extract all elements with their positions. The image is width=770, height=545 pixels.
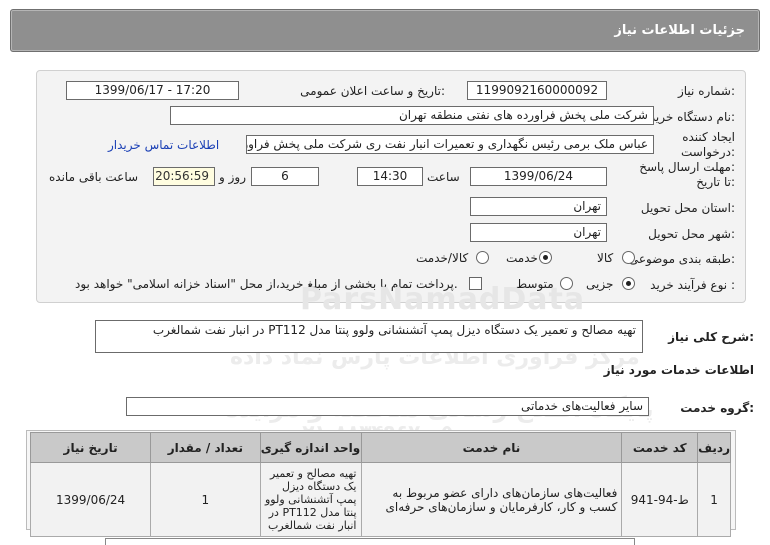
creator-label-2: درخواست: — [681, 145, 735, 159]
category-service-label: خدمت — [506, 251, 538, 265]
cell-name: فعالیت‌های سازمان‌های دارای عضو مربوط به… — [360, 462, 623, 537]
days-label: روز و — [219, 170, 246, 184]
process-minor-label: جزیی — [586, 277, 614, 291]
table-row: 1 ط-94-941 فعالیت‌های سازمان‌های دارای ع… — [29, 462, 731, 537]
city-label: شهر محل تحویل: — [648, 227, 735, 241]
process-radio-minor[interactable] — [622, 277, 635, 290]
city-field: تهران — [470, 223, 607, 242]
service-group-field: سایر فعالیت‌های خدماتی — [126, 397, 649, 416]
col-unit: واحد اندازه گیری — [259, 432, 362, 463]
services-table: ردیف کد خدمت نام خدمت واحد اندازه گیری ت… — [29, 432, 731, 537]
category-goods-label: کالا — [597, 251, 614, 265]
contact-buyer-link[interactable]: اطلاعات تماس خریدار — [108, 138, 219, 152]
creator-label-1: ایجاد کننده — [682, 130, 735, 144]
deadline-label-1: مهلت ارسال پاسخ: — [639, 160, 735, 174]
buyer-field: شرکت ملی پخش فراورده های نفتی منطقه تهرا… — [170, 106, 654, 125]
need-details-panel — [36, 70, 746, 303]
announce-label: تاریخ و ساعت اعلان عمومی: — [300, 84, 445, 98]
time-label: ساعت — [427, 170, 460, 184]
services-section-title: اطلاعات خدمات مورد نیاز — [603, 363, 754, 377]
announce-field: 1399/06/17 - 17:20 — [66, 81, 239, 100]
col-date: تاریخ نیاز — [29, 432, 152, 463]
col-qty: تعداد / مقدار — [150, 432, 261, 463]
category-radio-service[interactable] — [539, 251, 552, 264]
province-label: استان محل تحویل: — [640, 201, 735, 215]
cell-date: 1399/06/24 — [29, 462, 152, 537]
description-label: شرح کلی نیاز: — [668, 330, 754, 344]
page-header: جزئیات اطلاعات نیاز — [10, 9, 760, 52]
deadline-time-field: 14:30 — [357, 167, 423, 186]
service-group-label: گروه خدمت: — [680, 401, 754, 415]
col-row: ردیف — [697, 432, 731, 463]
col-code: کد خدمت — [621, 432, 699, 463]
cell-code: ط-94-941 — [621, 462, 699, 537]
creator-field: عباس ملک برمی رئیس نگهداری و تعمیرات انب… — [246, 135, 654, 154]
remaining-label: ساعت باقی مانده — [49, 170, 139, 184]
col-name: نام خدمت — [360, 432, 623, 463]
category-radio-goods[interactable] — [622, 251, 635, 264]
category-goods-service-label: کالا/خدمت — [416, 251, 469, 265]
deadline-date-field: 1399/06/24 — [470, 167, 607, 186]
page-title: جزئیات اطلاعات نیاز — [614, 23, 745, 38]
category-radio-goods-service[interactable] — [476, 251, 489, 264]
need-number-field: 1199092160000092 — [467, 81, 607, 100]
deadline-label-2: تا تاریخ: — [696, 175, 735, 189]
days-field: 6 — [251, 167, 319, 186]
buyer-label: نام دستگاه خریدار: — [640, 110, 736, 124]
description-field: تهیه مصالح و تعمیر یک دستگاه دیزل پمپ آت… — [95, 320, 643, 353]
watermark-brand: ParsNamadData — [300, 282, 586, 317]
cell-unit: تهیه مصالح و تعمیر یک دستگاه دیزل پمپ آت… — [259, 462, 362, 537]
province-field: تهران — [470, 197, 607, 216]
process-label: نوع فرآیند خرید : — [650, 278, 735, 292]
cell-row: 1 — [697, 462, 731, 537]
need-number-label: شماره نیاز: — [677, 84, 735, 98]
cell-qty: 1 — [150, 462, 261, 537]
category-label: طبقه بندی موضوعی: — [628, 252, 735, 266]
next-section-frame — [105, 538, 635, 545]
remaining-time-field: 20:56:59 — [153, 167, 215, 186]
